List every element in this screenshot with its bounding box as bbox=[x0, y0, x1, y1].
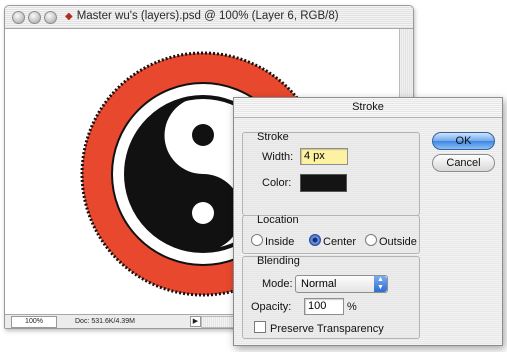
location-group-label: Location bbox=[257, 214, 299, 226]
psd-file-icon: ◆ bbox=[65, 11, 73, 22]
zoom-field[interactable]: 100% bbox=[11, 316, 57, 328]
zoom-window-button[interactable] bbox=[44, 11, 57, 24]
preserve-transparency-label: Preserve Transparency bbox=[270, 323, 384, 335]
radio-center-label: Center bbox=[323, 236, 357, 248]
radio-outside-button[interactable] bbox=[365, 234, 377, 246]
stroke-group: Stroke Width: 4 px Color: bbox=[242, 131, 420, 216]
doc-size-readout: Doc: 531.6K/4.39M bbox=[75, 318, 135, 325]
dialog-title[interactable]: Stroke bbox=[234, 98, 502, 118]
color-label: Color: bbox=[262, 177, 292, 189]
stroke-dialog: Stroke Stroke Width: 4 px Color: Locatio… bbox=[233, 97, 503, 346]
cancel-button[interactable]: Cancel bbox=[432, 154, 495, 172]
opacity-label: Opacity: bbox=[251, 301, 292, 313]
width-input[interactable]: 4 px bbox=[300, 148, 348, 165]
minimize-window-button[interactable] bbox=[28, 11, 41, 24]
up-down-arrows-icon: ▲ ▼ bbox=[374, 276, 387, 292]
location-group: Location Inside Center Outside bbox=[242, 214, 420, 254]
radio-center-button[interactable] bbox=[309, 234, 321, 246]
blending-group-label: Blending bbox=[257, 255, 300, 267]
document-title: Master wu's (layers).psd @ 100% (Layer 6… bbox=[76, 10, 339, 22]
mode-select[interactable]: Normal ▲ ▼ bbox=[295, 275, 388, 293]
close-window-button[interactable] bbox=[12, 11, 25, 24]
preserve-transparency-box[interactable] bbox=[254, 321, 266, 333]
yin-dot bbox=[192, 202, 214, 224]
radio-inside[interactable]: Inside bbox=[251, 234, 294, 248]
radio-outside-label: Outside bbox=[379, 236, 417, 248]
stroke-color-swatch[interactable] bbox=[300, 174, 347, 192]
blending-group: Blending Mode: Normal ▲ ▼ Opacity: 100 % … bbox=[242, 255, 420, 339]
yang-dot bbox=[192, 124, 214, 146]
stroke-group-label: Stroke bbox=[257, 131, 289, 143]
radio-inside-button[interactable] bbox=[251, 234, 263, 246]
mode-select-value: Normal bbox=[301, 278, 337, 290]
radio-inside-label: Inside bbox=[265, 236, 295, 248]
opacity-unit: % bbox=[347, 301, 357, 313]
document-titlebar[interactable]: ◆ Master wu's (layers).psd @ 100% (Layer … bbox=[5, 6, 413, 29]
opacity-input[interactable]: 100 bbox=[304, 298, 344, 315]
radio-outside[interactable]: Outside bbox=[365, 234, 417, 248]
preserve-transparency-checkbox[interactable]: Preserve Transparency bbox=[254, 321, 384, 335]
width-label: Width: bbox=[262, 151, 294, 163]
radio-center[interactable]: Center bbox=[309, 234, 356, 248]
status-menu-arrow-icon[interactable]: ▶ bbox=[190, 316, 201, 327]
ok-button[interactable]: OK bbox=[432, 132, 495, 150]
mode-label: Mode: bbox=[262, 278, 293, 290]
